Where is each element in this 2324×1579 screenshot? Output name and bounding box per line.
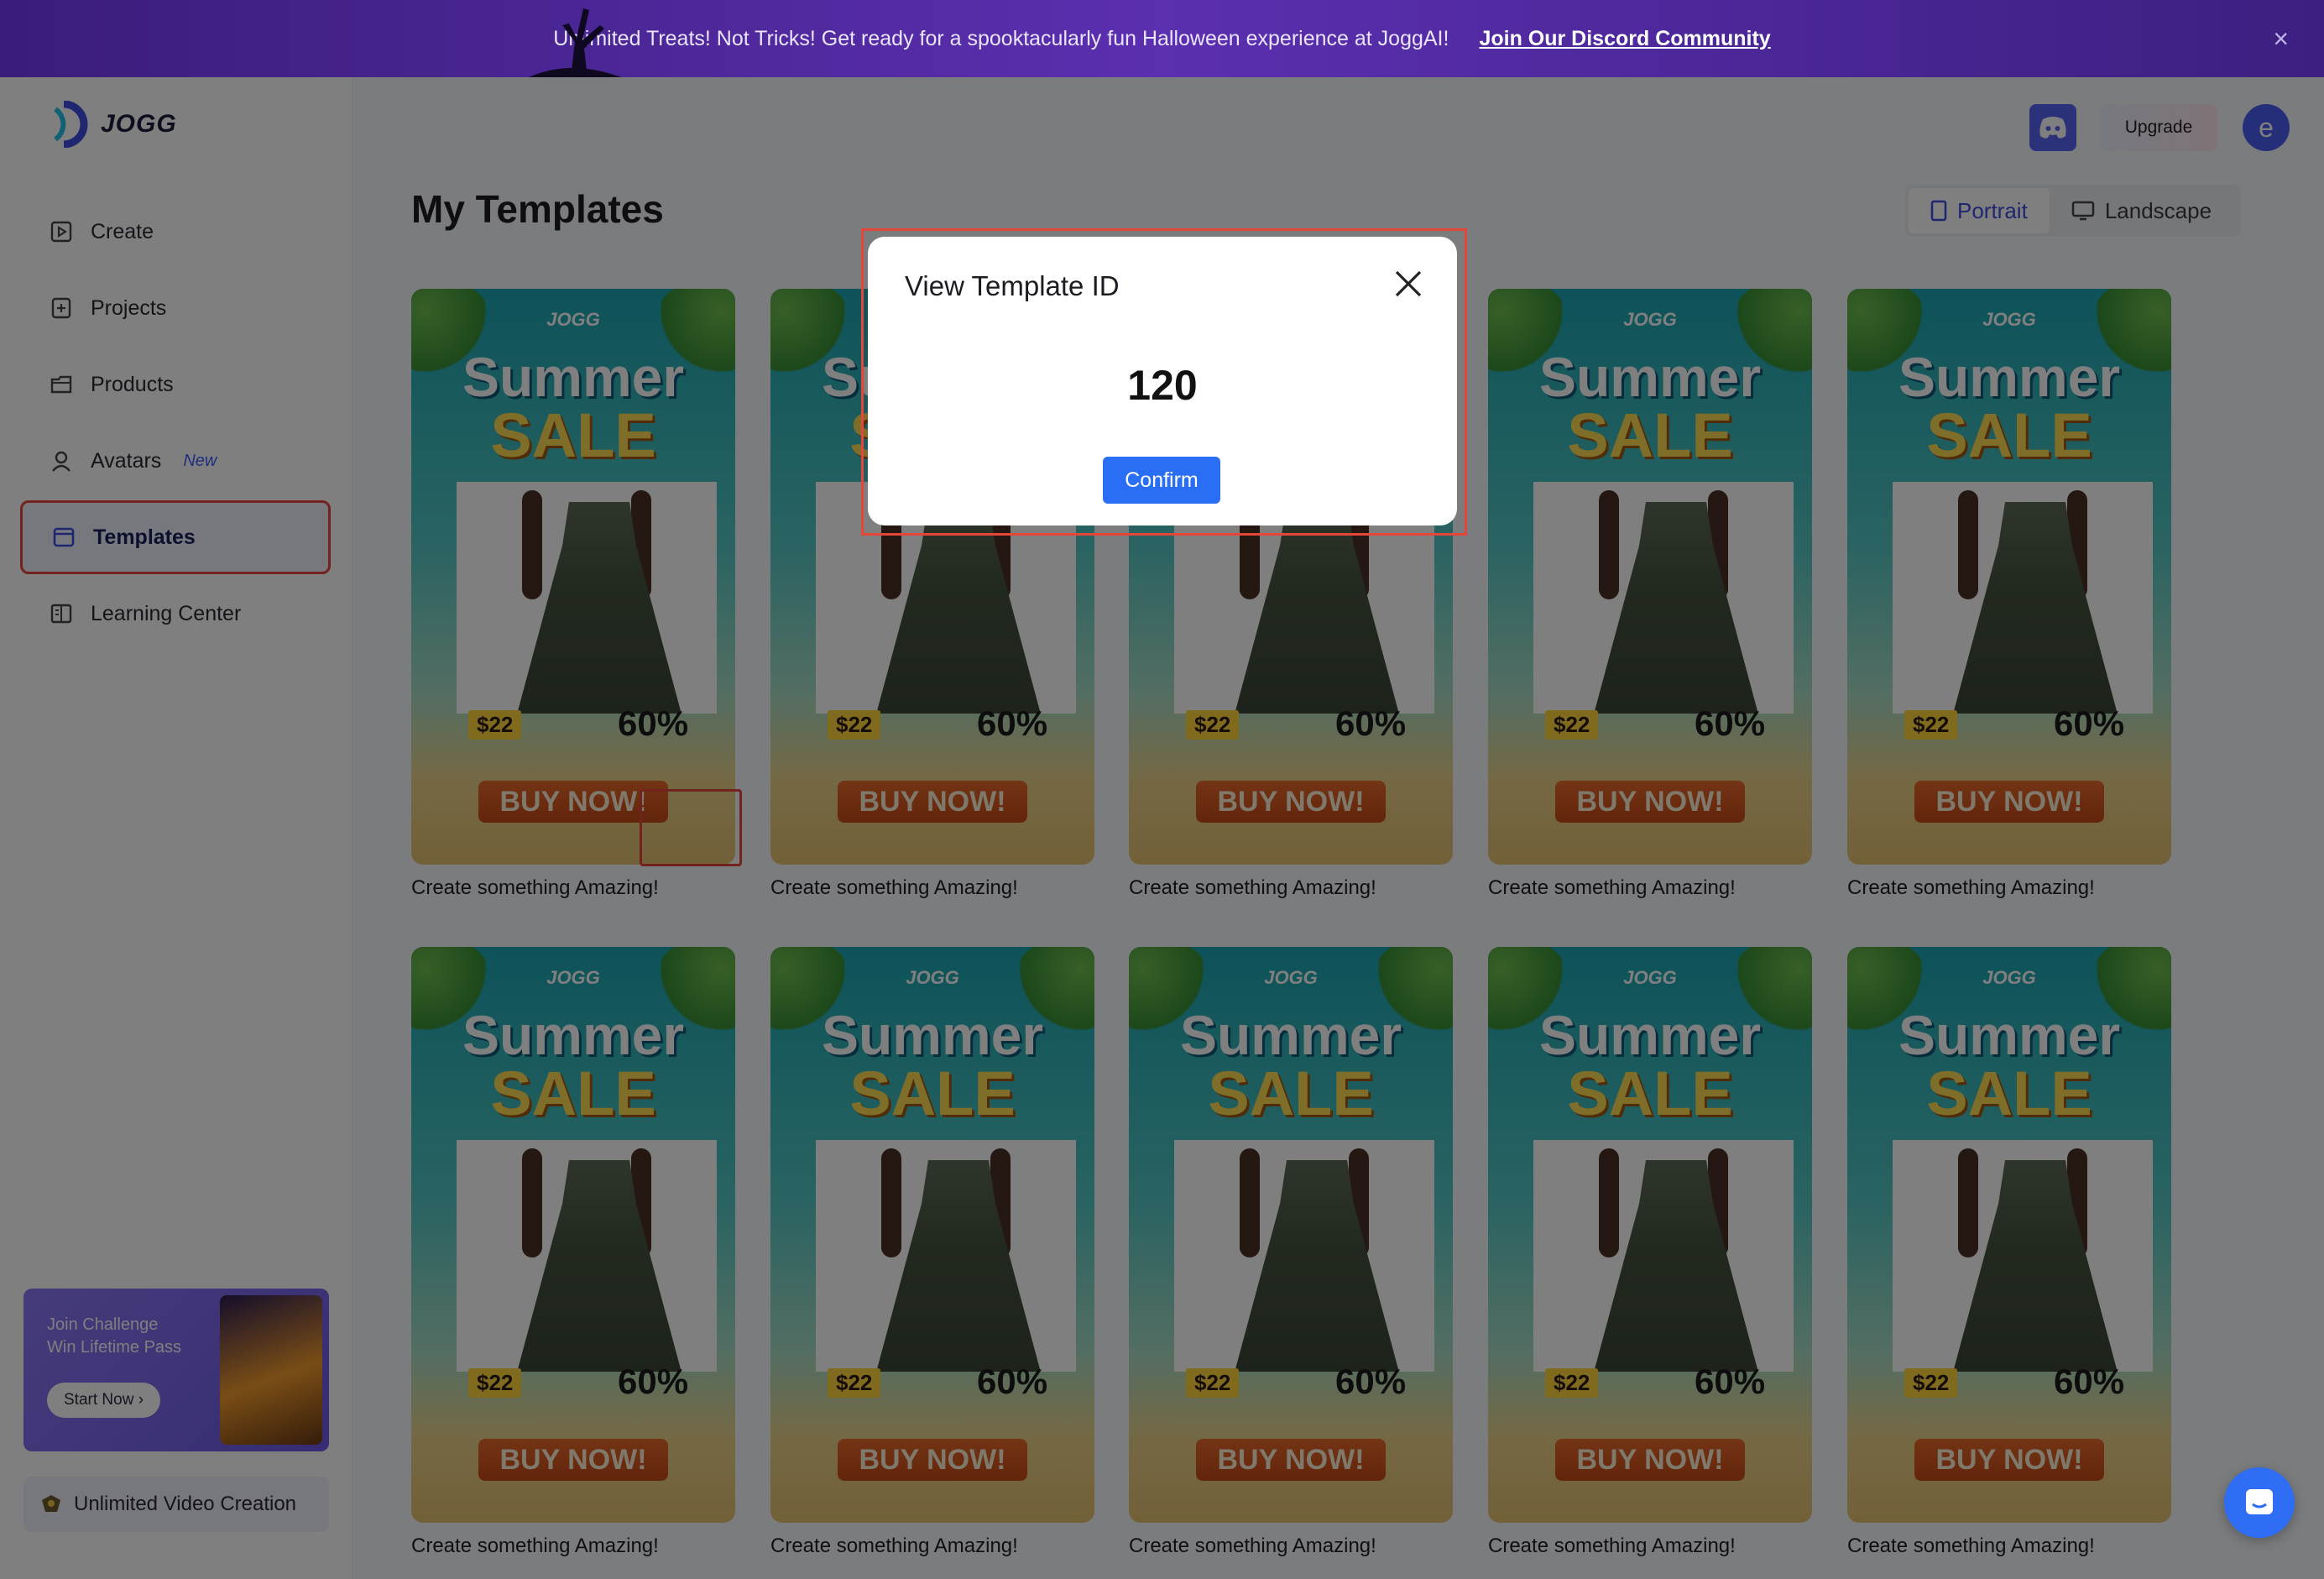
close-icon[interactable] bbox=[1390, 265, 1427, 302]
template-id-value: 120 bbox=[1127, 362, 1198, 409]
announcement-banner: Unlimited Treats! Not Tricks! Get ready … bbox=[0, 0, 2324, 77]
halloween-tree-icon bbox=[529, 8, 621, 77]
confirm-button[interactable]: Confirm bbox=[1103, 457, 1220, 504]
chat-support-button[interactable] bbox=[2224, 1467, 2295, 1538]
dialog-title: View Template ID bbox=[905, 270, 1120, 301]
view-template-id-dialog: View Template ID 120 Confirm bbox=[868, 237, 1457, 525]
banner-close-icon[interactable]: × bbox=[2273, 24, 2289, 55]
banner-message: Unlimited Treats! Not Tricks! Get ready … bbox=[553, 26, 1449, 50]
chat-icon bbox=[2246, 1489, 2273, 1514]
discord-community-link[interactable]: Join Our Discord Community bbox=[1479, 27, 1770, 51]
